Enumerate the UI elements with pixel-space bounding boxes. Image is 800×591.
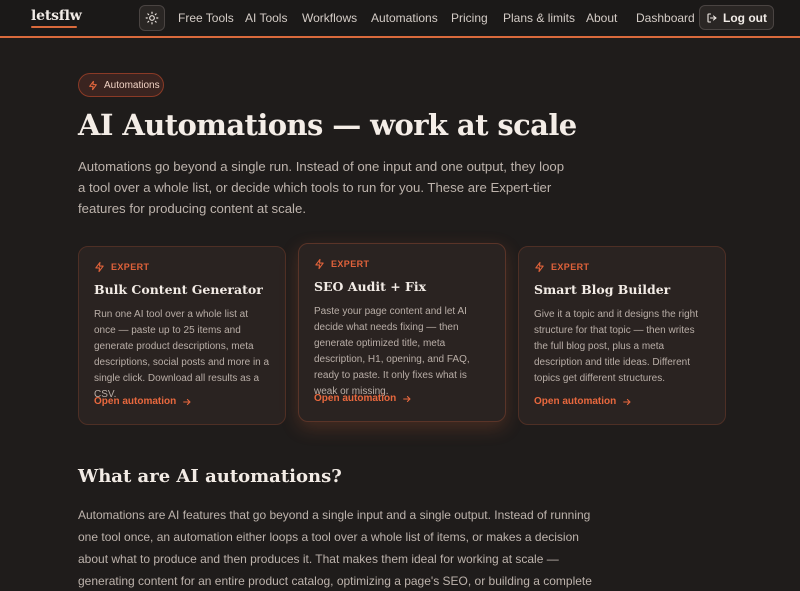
logo-underline <box>31 26 77 28</box>
automations-badge: Automations <box>78 73 164 97</box>
open-automation-link[interactable]: Open automation <box>94 396 192 407</box>
open-automation-label: Open automation <box>94 396 177 407</box>
nav-plans-limits[interactable]: Plans & limits <box>503 11 575 25</box>
top-header: letsflw Free Tools AI Tools Workflows Au… <box>0 0 800 38</box>
card-seo-audit-fix[interactable]: EXPERT SEO Audit + Fix Paste your page c… <box>298 243 506 422</box>
lightning-icon <box>315 258 324 270</box>
card-tag: EXPERT <box>534 261 710 273</box>
arrow-right-icon <box>183 398 191 405</box>
card-tag-label: EXPERT <box>551 262 590 272</box>
card-tag-label: EXPERT <box>331 259 370 269</box>
card-smart-blog-builder[interactable]: EXPERT Smart Blog Builder Give it a topi… <box>518 246 726 425</box>
card-title: Bulk Content Generator <box>94 282 263 297</box>
badge-label: Automations <box>104 79 160 91</box>
nav-about[interactable]: About <box>586 11 617 25</box>
nav-free-tools[interactable]: Free Tools <box>178 11 234 25</box>
nav-workflows[interactable]: Workflows <box>302 11 357 25</box>
card-description: Give it a topic and it designs the right… <box>534 309 698 384</box>
logout-label: Log out <box>723 10 767 25</box>
card-description: Run one AI tool over a whole list at onc… <box>94 309 270 400</box>
open-automation-link[interactable]: Open automation <box>534 396 632 407</box>
card-description: Paste your page content and let AI decid… <box>314 306 470 397</box>
page-title: AI Automations — work at scale <box>78 108 577 142</box>
card-bulk-content-generator[interactable]: EXPERT Bulk Content Generator Run one AI… <box>78 246 286 425</box>
open-automation-link[interactable]: Open automation <box>314 393 412 404</box>
lightning-icon <box>95 261 104 273</box>
logout-icon <box>707 12 717 23</box>
logo[interactable]: letsflw <box>31 8 82 24</box>
arrow-right-icon <box>623 398 631 405</box>
logout-button[interactable]: Log out <box>699 5 774 30</box>
card-tag-label: EXPERT <box>111 262 150 272</box>
lightning-icon <box>535 261 544 273</box>
theme-toggle-button[interactable] <box>139 5 165 31</box>
section-body: Automations are AI features that go beyo… <box>78 508 592 588</box>
section-title: What are AI automations? <box>78 466 342 487</box>
card-title: Smart Blog Builder <box>534 282 671 297</box>
card-title: SEO Audit + Fix <box>314 279 427 294</box>
open-automation-label: Open automation <box>314 393 397 404</box>
card-tag: EXPERT <box>314 258 490 270</box>
page-lead: Automations go beyond a single run. Inst… <box>78 159 565 216</box>
card-tag: EXPERT <box>94 261 270 273</box>
sun-icon <box>145 11 159 25</box>
lightning-icon <box>89 80 97 90</box>
nav-automations[interactable]: Automations <box>371 11 438 25</box>
open-automation-label: Open automation <box>534 396 617 407</box>
nav-dashboard[interactable]: Dashboard <box>636 11 695 25</box>
nav-ai-tools[interactable]: AI Tools <box>245 11 287 25</box>
nav-pricing[interactable]: Pricing <box>451 11 488 25</box>
arrow-right-icon <box>403 395 411 402</box>
